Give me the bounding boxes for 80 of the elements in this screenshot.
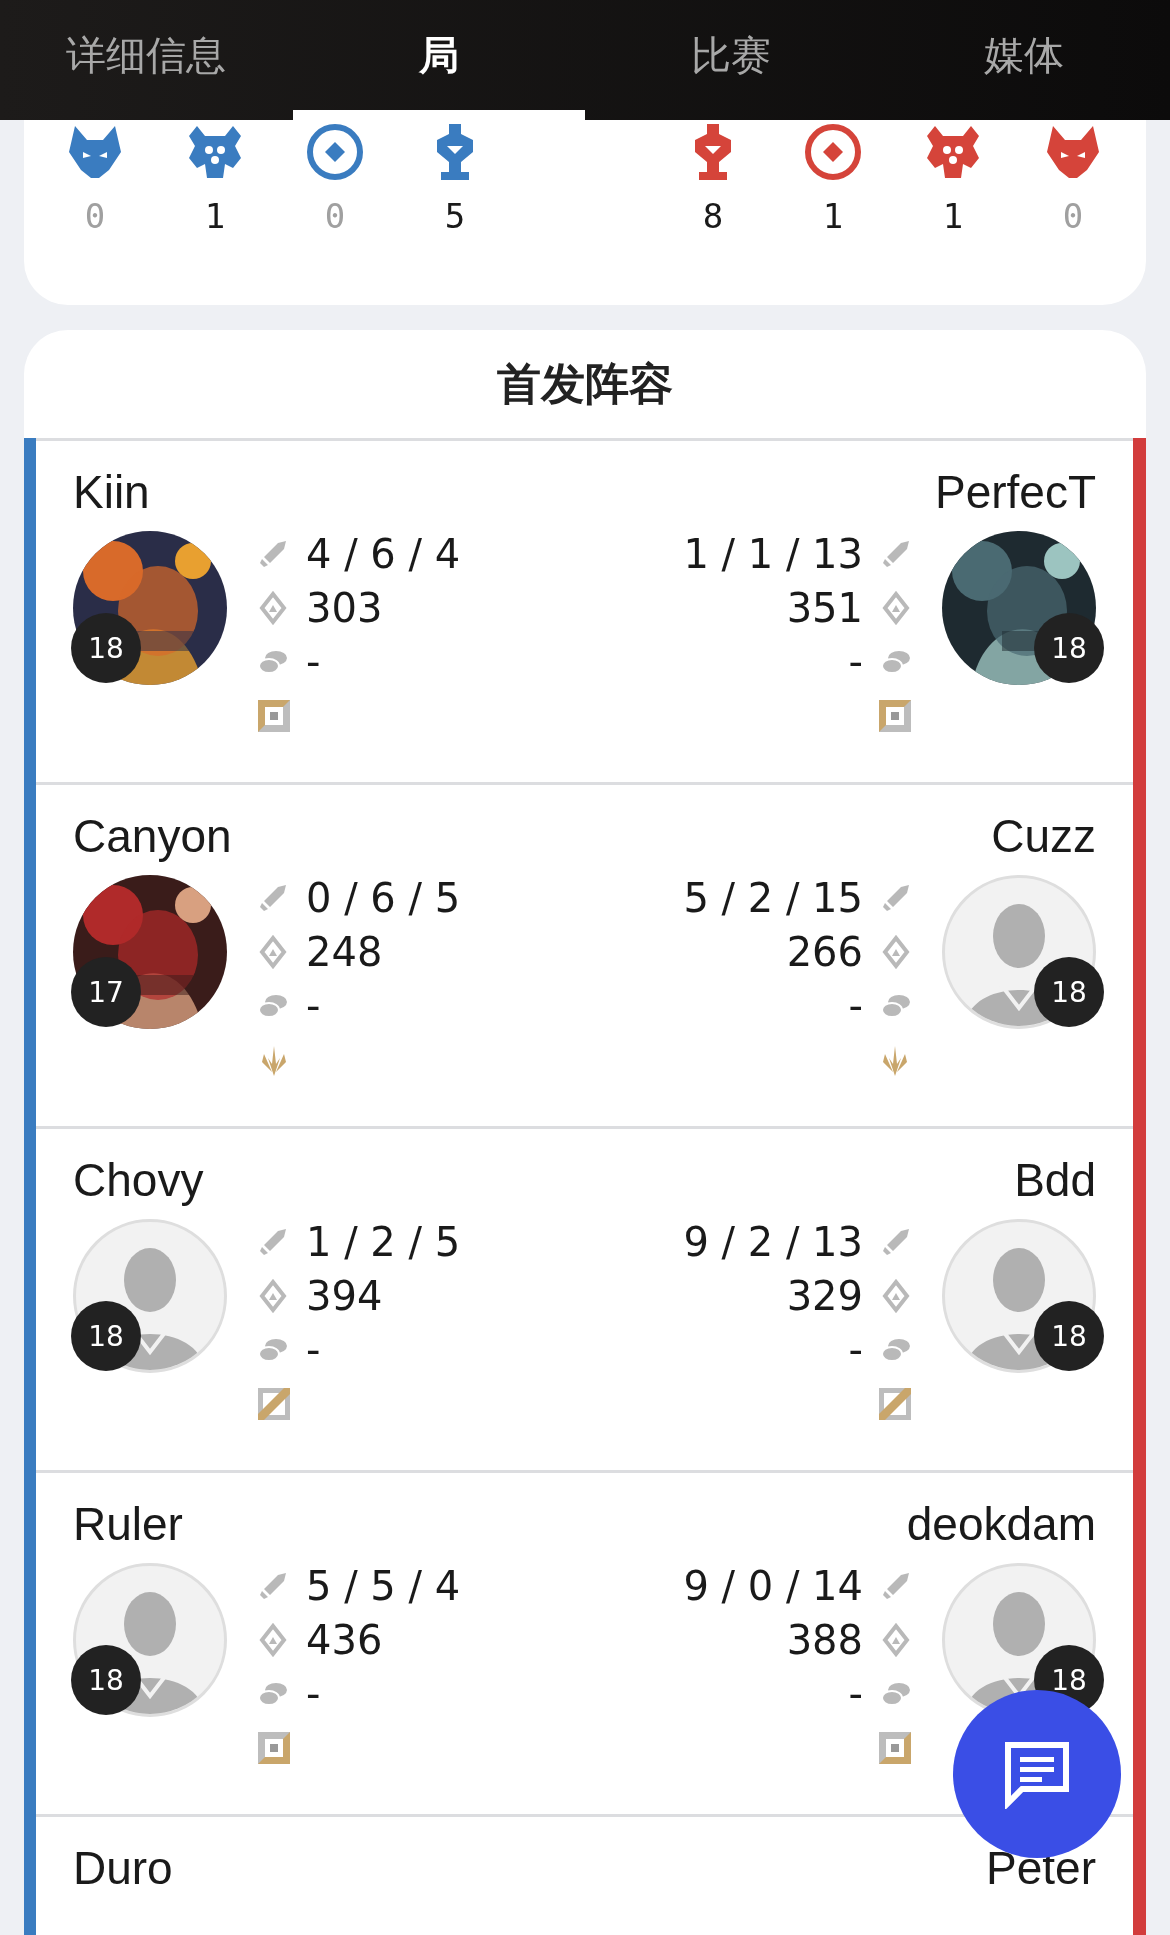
objective-count: 0 xyxy=(324,196,346,236)
diamond-icon xyxy=(258,1623,288,1657)
player-name: Cuzz xyxy=(991,809,1096,863)
kda-text: 1 / 1 / 13 xyxy=(683,531,863,577)
kda-text: 4 / 6 / 4 xyxy=(306,531,461,577)
role-square-icon xyxy=(258,700,290,732)
tab[interactable]: 局 xyxy=(292,0,585,120)
objective-count: 5 xyxy=(444,196,466,236)
coins-icon xyxy=(258,993,288,1019)
kda-text: 5 / 5 / 4 xyxy=(306,1563,461,1609)
diamond-icon xyxy=(258,935,288,969)
player-name: Duro xyxy=(73,1841,173,1895)
coins-text: - xyxy=(848,1671,863,1717)
sword-icon xyxy=(881,539,911,569)
role-slash-icon xyxy=(879,1388,911,1420)
tab[interactable]: 比赛 xyxy=(585,0,878,120)
kda-text: 1 / 2 / 5 xyxy=(306,1219,461,1265)
coins-text: - xyxy=(306,1671,321,1717)
target-icon xyxy=(305,122,365,182)
cs-text: 329 xyxy=(786,1273,863,1319)
cs-text: 351 xyxy=(786,585,863,631)
coins-icon xyxy=(258,649,288,675)
objective-count: 1 xyxy=(942,196,964,236)
sword-icon xyxy=(258,1571,288,1601)
objective-count: 0 xyxy=(84,196,106,236)
coins-text: - xyxy=(306,1327,321,1373)
player-name: deokdam xyxy=(906,1497,1096,1551)
message-icon xyxy=(1002,1739,1072,1809)
sword-icon xyxy=(881,1571,911,1601)
diamond-icon xyxy=(881,591,911,625)
role-square-icon xyxy=(879,700,911,732)
sword-icon xyxy=(258,883,288,913)
coins-icon xyxy=(881,1337,911,1363)
cs-text: 248 xyxy=(306,929,383,975)
kda-text: 9 / 2 / 13 xyxy=(683,1219,863,1265)
coins-icon xyxy=(881,1681,911,1707)
cs-text: 388 xyxy=(786,1617,863,1663)
cs-text: 266 xyxy=(786,929,863,975)
coins-icon xyxy=(881,993,911,1019)
coins-text: - xyxy=(306,983,321,1029)
player-name: Ruler xyxy=(73,1497,183,1551)
target-icon xyxy=(803,122,863,182)
player-name: Canyon xyxy=(73,809,232,863)
tab[interactable]: 详细信息 xyxy=(0,0,293,120)
role-corner-icon xyxy=(879,1732,911,1764)
tab[interactable]: 媒体 xyxy=(877,0,1170,120)
cs-text: 303 xyxy=(306,585,383,631)
cs-text: 436 xyxy=(306,1617,383,1663)
coins-text: - xyxy=(848,983,863,1029)
player-name: Chovy xyxy=(73,1153,204,1207)
diamond-icon xyxy=(258,1279,288,1313)
sword-icon xyxy=(258,539,288,569)
coins-icon xyxy=(258,1337,288,1363)
coins-icon xyxy=(881,649,911,675)
objective-count: 0 xyxy=(1062,196,1084,236)
role-corner-icon xyxy=(258,1732,290,1764)
coins-text: - xyxy=(848,1327,863,1373)
player-name: Peter xyxy=(986,1841,1096,1895)
objective-count: 1 xyxy=(204,196,226,236)
diamond-icon xyxy=(881,1279,911,1313)
kda-text: 5 / 2 / 15 xyxy=(683,875,863,921)
player-name: Kiin xyxy=(73,465,150,519)
coins-text: - xyxy=(848,639,863,685)
objective-count: 8 xyxy=(702,196,724,236)
diamond-icon xyxy=(258,591,288,625)
kda-text: 9 / 0 / 14 xyxy=(683,1563,863,1609)
coins-text: - xyxy=(306,639,321,685)
section-title: 首发阵容 xyxy=(496,357,674,410)
kda-text: 0 / 6 / 5 xyxy=(306,875,461,921)
coins-icon xyxy=(258,1681,288,1707)
sword-icon xyxy=(881,1227,911,1257)
player-name: Bdd xyxy=(1014,1153,1096,1207)
cs-text: 394 xyxy=(306,1273,383,1319)
role-slash-icon xyxy=(258,1388,290,1420)
sword-icon xyxy=(258,1227,288,1257)
diamond-icon xyxy=(881,1623,911,1657)
diamond-icon xyxy=(881,935,911,969)
player-name: PerfecT xyxy=(934,465,1096,519)
objective-count: 1 xyxy=(822,196,844,236)
sword-icon xyxy=(881,883,911,913)
